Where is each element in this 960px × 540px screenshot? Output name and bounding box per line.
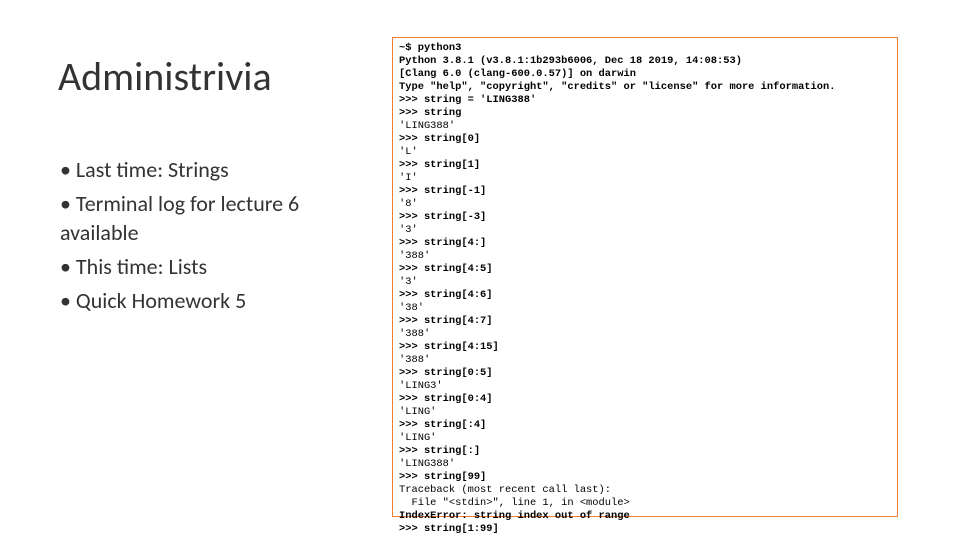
terminal-panel: ~$ python3 Python 3.8.1 (v3.8.1:1b293b60… bbox=[392, 37, 898, 517]
terminal-line: 'L' bbox=[399, 146, 418, 158]
slide-title: Administrivia bbox=[58, 52, 272, 101]
slide: Administrivia • Last time: Strings • Ter… bbox=[0, 0, 960, 540]
terminal-output: ~$ python3 Python 3.8.1 (v3.8.1:1b293b60… bbox=[399, 42, 891, 536]
terminal-line: [Clang 6.0 (clang-600.0.57)] on darwin bbox=[399, 68, 636, 80]
terminal-line: >>> string[99] bbox=[399, 471, 486, 483]
bullet-item: • Terminal log for lecture 6 available bbox=[60, 189, 370, 248]
terminal-line: 'LING388' bbox=[399, 120, 455, 132]
terminal-line: '388' bbox=[399, 250, 430, 262]
terminal-line: 'LING388' bbox=[399, 458, 455, 470]
terminal-line: >>> string[4:6] bbox=[399, 289, 493, 301]
terminal-line: >>> string[-1] bbox=[399, 185, 486, 197]
terminal-line: >>> string[-3] bbox=[399, 211, 486, 223]
terminal-line: Traceback (most recent call last): bbox=[399, 484, 611, 496]
terminal-line: >>> string = 'LING388' bbox=[399, 94, 536, 106]
terminal-line: >>> string[1] bbox=[399, 159, 480, 171]
terminal-line: 'LING3' bbox=[399, 380, 443, 392]
terminal-line: >>> string[4:7] bbox=[399, 315, 493, 327]
terminal-line: '3' bbox=[399, 276, 418, 288]
terminal-line: '3' bbox=[399, 224, 418, 236]
terminal-line: >>> string bbox=[399, 107, 461, 119]
terminal-line: 'LING' bbox=[399, 406, 436, 418]
terminal-line: IndexError: string index out of range bbox=[399, 510, 630, 522]
terminal-line: >>> string[4:] bbox=[399, 237, 486, 249]
terminal-line: 'I' bbox=[399, 172, 418, 184]
terminal-line: >>> string[0:5] bbox=[399, 367, 493, 379]
terminal-line: '8' bbox=[399, 198, 418, 210]
bullet-item: • Quick Homework 5 bbox=[60, 286, 370, 316]
terminal-line: >>> string[0] bbox=[399, 133, 480, 145]
terminal-line: '38' bbox=[399, 302, 424, 314]
terminal-line: 'LING' bbox=[399, 432, 436, 444]
terminal-line: >>> string[4:15] bbox=[399, 341, 499, 353]
bullet-list: • Last time: Strings • Terminal log for … bbox=[60, 155, 370, 319]
terminal-line: Python 3.8.1 (v3.8.1:1b293b6006, Dec 18 … bbox=[399, 55, 742, 67]
terminal-line: '388' bbox=[399, 354, 430, 366]
bullet-item: • This time: Lists bbox=[60, 252, 370, 282]
terminal-line: >>> string[0:4] bbox=[399, 393, 493, 405]
terminal-line: >>> string[4:5] bbox=[399, 263, 493, 275]
bullet-item: • Last time: Strings bbox=[60, 155, 370, 185]
terminal-line: '388' bbox=[399, 328, 430, 340]
terminal-line: File "<stdin>", line 1, in <module> bbox=[399, 497, 630, 509]
terminal-line: >>> string[1:99] bbox=[399, 523, 499, 535]
terminal-line: >>> string[:] bbox=[399, 445, 480, 457]
terminal-line: >>> string[:4] bbox=[399, 419, 486, 431]
terminal-line: Type "help", "copyright", "credits" or "… bbox=[399, 81, 835, 93]
terminal-line: ~$ python3 bbox=[399, 42, 461, 54]
